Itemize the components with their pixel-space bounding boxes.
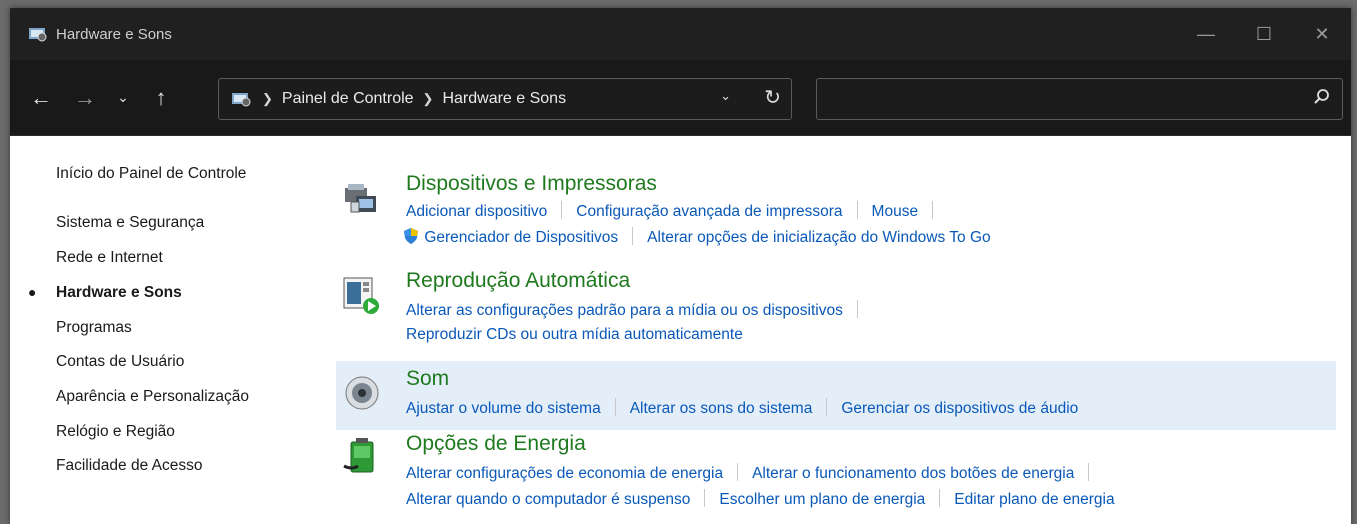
refresh-icon[interactable]: ↻ bbox=[764, 85, 781, 110]
control-panel-icon bbox=[232, 93, 251, 107]
link-windows-to-go-options[interactable]: Alterar opções de inicialização do Windo… bbox=[647, 229, 990, 246]
link-separator bbox=[856, 300, 858, 318]
link-change-sleep-time[interactable]: Alterar quando o computador é suspenso bbox=[406, 491, 690, 508]
link-change-default-media[interactable]: Alterar as configurações padrão para a m… bbox=[406, 302, 843, 319]
link-device-manager[interactable]: Gerenciador de Dispositivos bbox=[424, 229, 618, 246]
address-bar[interactable]: ❯ Painel de Controle ❯ Hardware e Sons ⌄… bbox=[218, 78, 792, 120]
category-title[interactable]: Opções de Energia bbox=[406, 432, 586, 456]
breadcrumb-control-panel[interactable]: Painel de Controle bbox=[282, 90, 414, 108]
devices-printers-icon bbox=[345, 184, 376, 213]
link-separator bbox=[561, 201, 563, 219]
sidebar-item-network-internet[interactable]: Rede e Internet bbox=[56, 249, 163, 267]
link-separator bbox=[856, 201, 858, 219]
sidebar-item-appearance[interactable]: Aparência e Personalização bbox=[56, 388, 249, 406]
link-separator bbox=[632, 227, 634, 245]
hover-highlight bbox=[336, 361, 1336, 430]
speaker-icon bbox=[345, 376, 379, 410]
address-dropdown-chevron-icon[interactable]: ⌄ bbox=[720, 88, 731, 104]
breadcrumb-hardware-sound[interactable]: Hardware e Sons bbox=[442, 90, 566, 108]
link-adjust-volume[interactable]: Ajustar o volume do sistema bbox=[406, 400, 601, 417]
link-power-saving-settings[interactable]: Alterar configurações de economia de ene… bbox=[406, 465, 723, 482]
category-title[interactable]: Som bbox=[406, 367, 449, 391]
link-change-system-sounds[interactable]: Alterar os sons do sistema bbox=[630, 400, 813, 417]
link-manage-audio-devices[interactable]: Gerenciar os dispositivos de áudio bbox=[841, 400, 1078, 417]
sidebar-home-link[interactable]: Início do Painel de Controle bbox=[56, 165, 246, 183]
link-separator bbox=[932, 201, 934, 219]
link-separator bbox=[1088, 463, 1090, 481]
control-panel-icon bbox=[29, 28, 47, 42]
link-separator bbox=[614, 398, 616, 416]
link-edit-power-plan[interactable]: Editar plano de energia bbox=[954, 491, 1114, 508]
sidebar-item-user-accounts[interactable]: Contas de Usuário bbox=[56, 353, 184, 371]
search-icon bbox=[1314, 89, 1329, 104]
link-separator bbox=[939, 489, 941, 507]
link-advanced-printer-setup[interactable]: Configuração avançada de impressora bbox=[576, 203, 842, 220]
breadcrumb-separator-icon: ❯ bbox=[262, 91, 273, 106]
sidebar-item-clock-region[interactable]: Relógio e Região bbox=[56, 423, 175, 441]
link-separator bbox=[826, 398, 828, 416]
link-mouse[interactable]: Mouse bbox=[872, 203, 919, 220]
forward-arrow-icon[interactable]: → bbox=[70, 83, 100, 113]
link-add-device[interactable]: Adicionar dispositivo bbox=[406, 203, 547, 220]
recent-locations-chevron-icon[interactable]: ⌄ bbox=[108, 83, 138, 113]
link-choose-power-plan[interactable]: Escolher um plano de energia bbox=[719, 491, 925, 508]
sidebar-item-hardware-sound[interactable]: Hardware e Sons bbox=[56, 284, 182, 302]
back-arrow-icon[interactable]: ← bbox=[26, 83, 56, 113]
main-content: Início do Painel de Controle Sistema e S… bbox=[10, 136, 1351, 524]
sidebar-item-system-security[interactable]: Sistema e Segurança bbox=[56, 214, 204, 232]
window-title: Hardware e Sons bbox=[56, 25, 172, 43]
category-title[interactable]: Dispositivos e Impressoras bbox=[406, 172, 657, 196]
close-button[interactable]: ✕ bbox=[1293, 8, 1351, 60]
uac-shield-icon bbox=[404, 228, 418, 244]
active-bullet-icon: ● bbox=[28, 284, 37, 300]
sidebar-item-programs[interactable]: Programas bbox=[56, 319, 132, 337]
minimize-button[interactable]: — bbox=[1177, 8, 1235, 60]
breadcrumb-separator-icon: ❯ bbox=[422, 91, 434, 106]
title-bar: Hardware e Sons — ☐ ✕ bbox=[10, 8, 1351, 60]
link-play-cds-automatically[interactable]: Reproduzir CDs ou outra mídia automatica… bbox=[406, 326, 743, 343]
link-separator bbox=[704, 489, 706, 507]
battery-plug-icon bbox=[343, 438, 374, 473]
autoplay-icon bbox=[343, 277, 379, 314]
link-power-buttons-behavior[interactable]: Alterar o funcionamento dos botões de en… bbox=[752, 465, 1074, 482]
link-separator bbox=[737, 463, 739, 481]
up-arrow-icon[interactable]: ↑ bbox=[146, 83, 176, 113]
maximize-button[interactable]: ☐ bbox=[1235, 8, 1293, 60]
search-input[interactable] bbox=[816, 78, 1343, 120]
navigation-bar: ← → ⌄ ↑ ❯ Painel de Controle ❯ Hardware … bbox=[10, 60, 1351, 136]
control-panel-window: Hardware e Sons — ☐ ✕ ← → ⌄ ↑ ❯ Painel d… bbox=[10, 8, 1351, 524]
sidebar-item-ease-of-access[interactable]: Facilidade de Acesso bbox=[56, 457, 202, 475]
category-title[interactable]: Reprodução Automática bbox=[406, 269, 630, 293]
